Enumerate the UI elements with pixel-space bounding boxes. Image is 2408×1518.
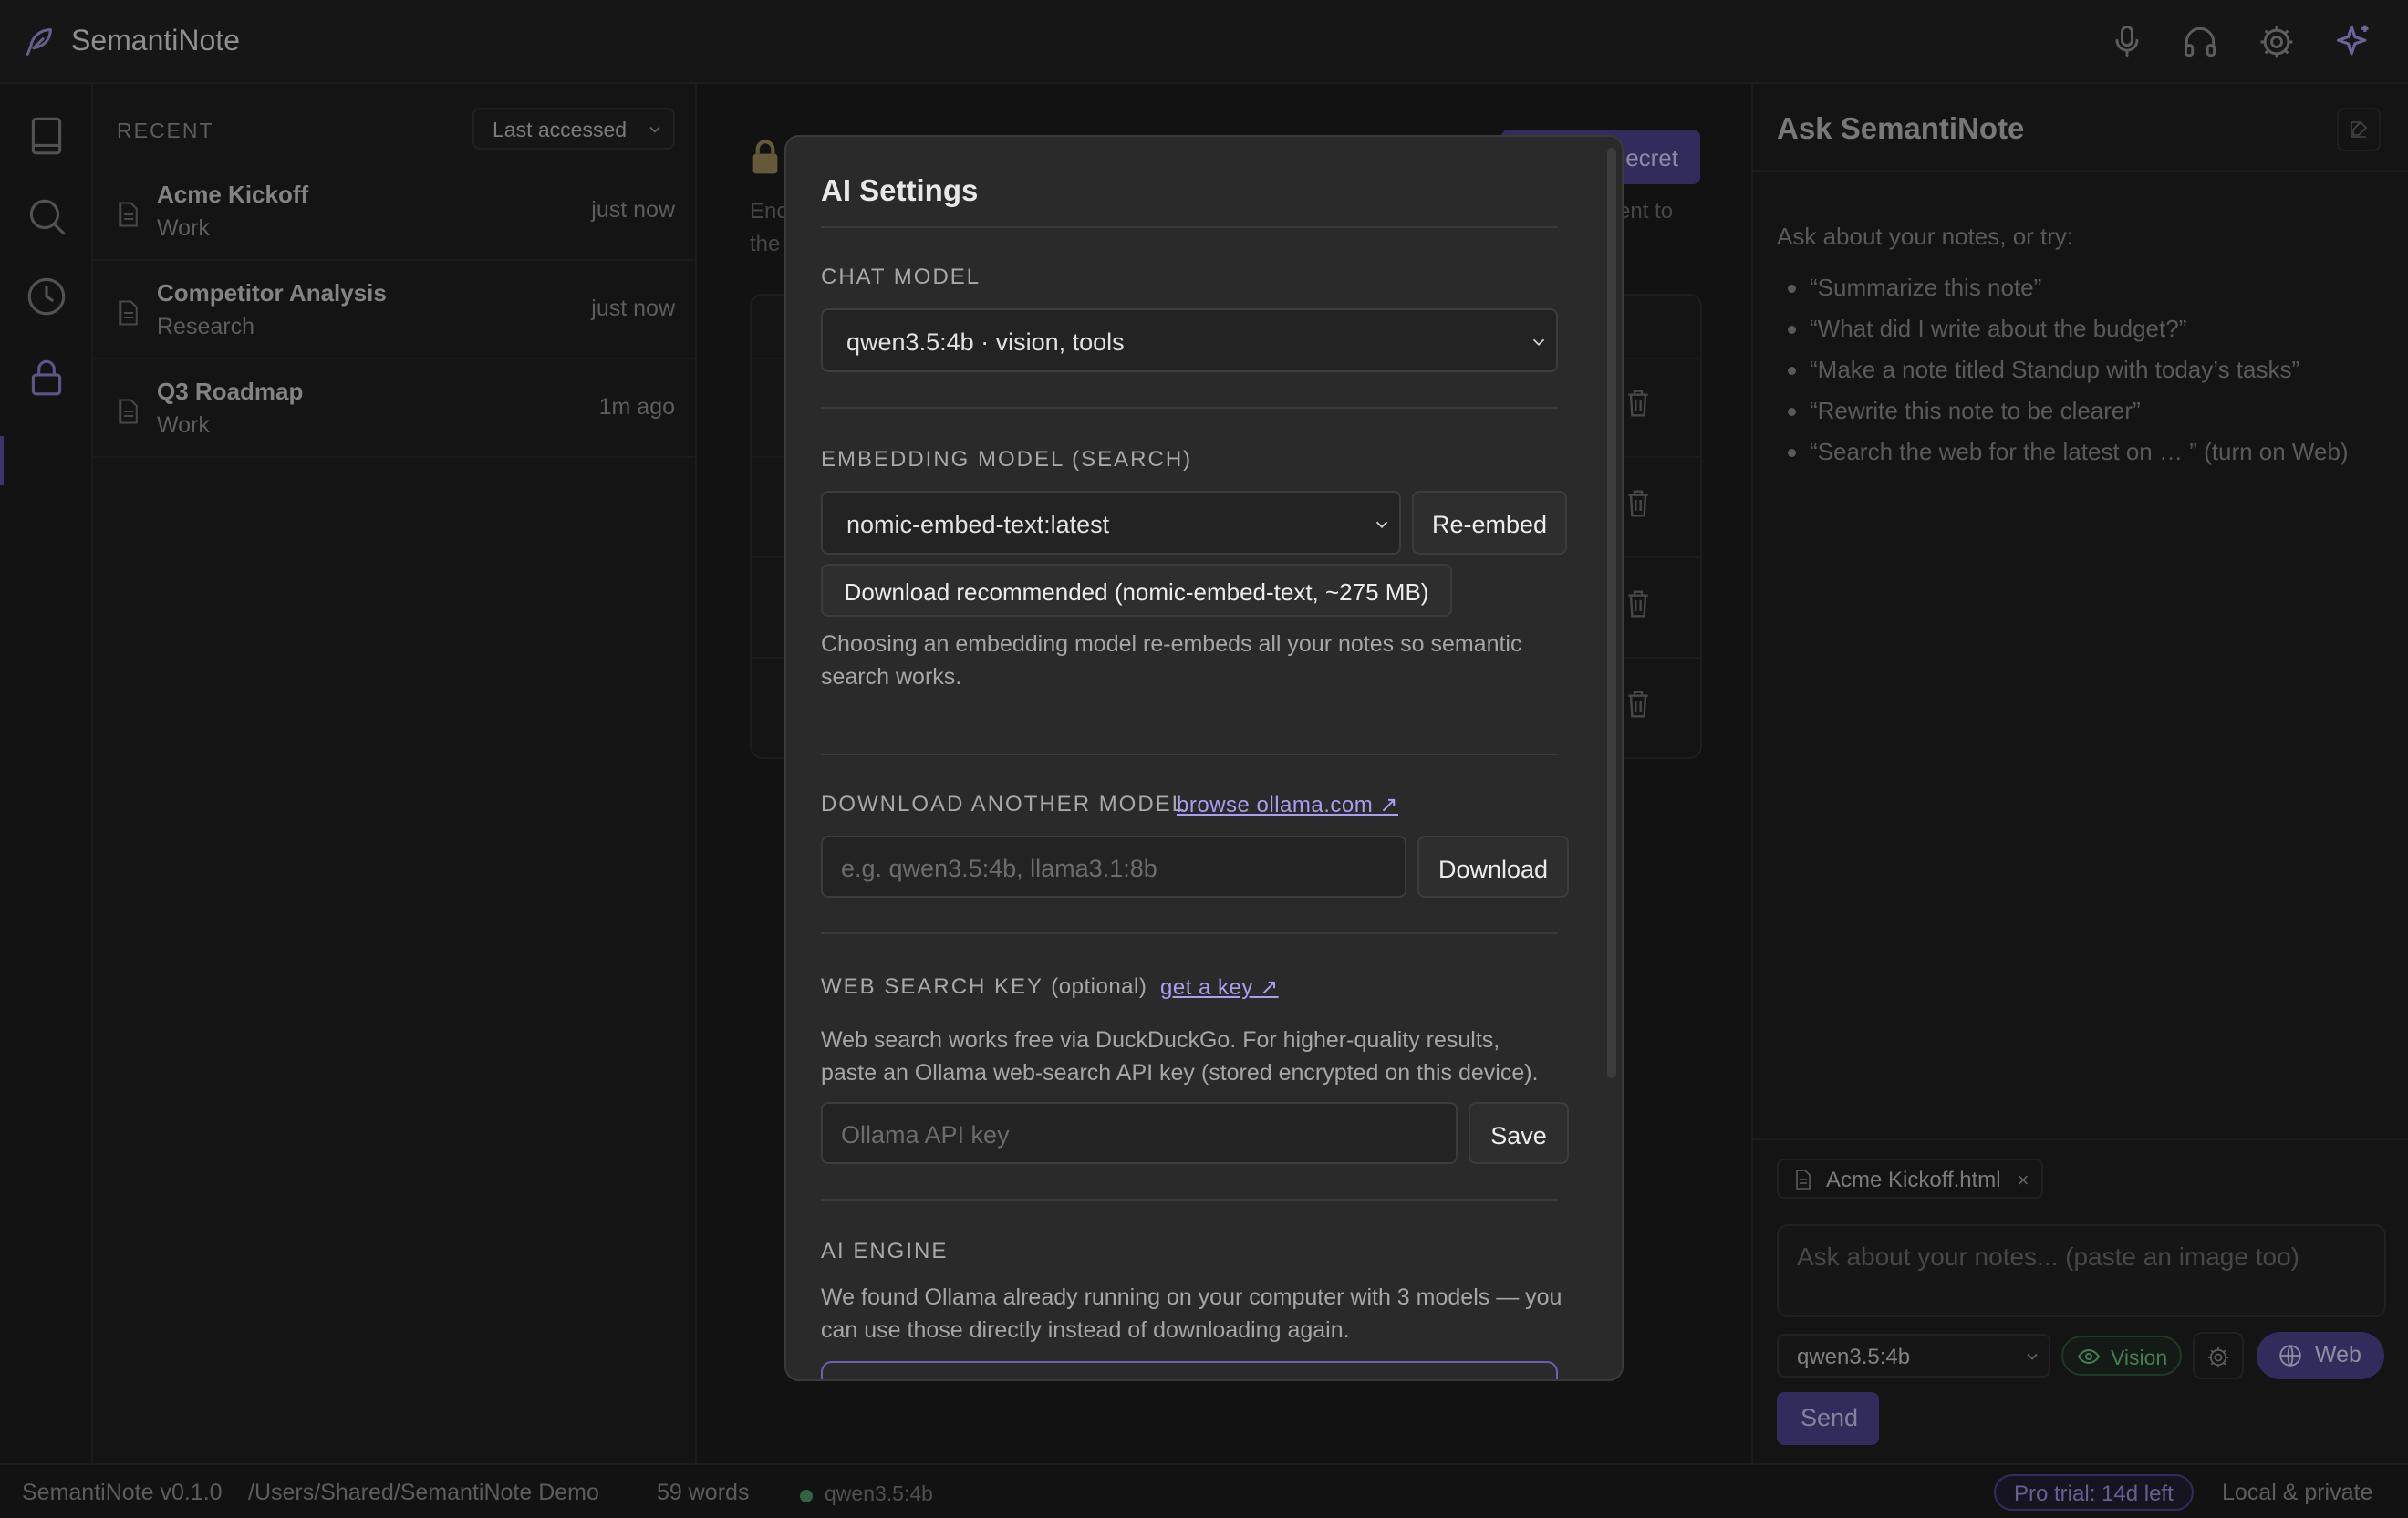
download-model-button[interactable]: Download [1417,836,1569,898]
embedding-help-line: Choosing an embedding model re-embeds al… [821,631,1522,657]
model-name-input[interactable]: e.g. qwen3.5:4b, llama3.1:8b [821,836,1406,898]
divider [821,1199,1558,1201]
ai-engine-help-text: We found Ollama already running on your … [821,1281,1569,1346]
chevron-down-icon [1375,521,1388,529]
browse-ollama-link[interactable]: browse ollama.com ↗ [1177,792,1398,818]
save-key-button[interactable]: Save [1469,1102,1569,1164]
ai-settings-dialog: AI Settings CHAT MODEL qwen3.5:4b · visi… [784,135,1624,1381]
web-search-help-text: Web search works free via DuckDuckGo. Fo… [821,1024,1569,1089]
api-key-input[interactable]: Ollama API key [821,1102,1458,1164]
embedding-help-line: search works. [821,664,962,690]
chat-model-value: qwen3.5:4b · vision, tools [846,328,1125,356]
embedding-model-label-text: EMBEDDING MODEL [821,447,1064,472]
embedding-model-value: nomic-embed-text:latest [846,511,1110,538]
download-model-label: DOWNLOAD ANOTHER MODEL [821,792,1187,816]
re-embed-button[interactable]: Re-embed [1412,491,1567,555]
chat-model-label: CHAT MODEL [821,265,981,289]
ai-engine-help-line: We found Ollama already running on your … [821,1284,1562,1310]
divider [821,226,1558,228]
divider [821,407,1558,409]
download-recommended-button[interactable]: Download recommended (nomic-embed-text, … [821,564,1452,617]
ai-engine-label: AI ENGINE [821,1239,949,1263]
ollama-option-card[interactable] [821,1361,1558,1379]
web-search-help-line: paste an Ollama web-search API key (stor… [821,1060,1539,1086]
dialog-scrollbar[interactable] [1607,148,1616,1078]
chevron-down-icon [1532,338,1545,347]
web-search-key-label: WEB SEARCH KEY (optional) [821,974,1147,1000]
get-key-link[interactable]: get a key ↗ [1160,974,1279,1001]
ai-engine-help-line: can use those directly instead of downlo… [821,1317,1350,1343]
divider [821,932,1558,934]
dialog-title: AI Settings [821,173,979,207]
embedding-model-label-suffix: (SEARCH) [1072,447,1193,472]
web-search-help-line: Web search works free via DuckDuckGo. Fo… [821,1027,1500,1053]
embedding-help-text: Choosing an embedding model re-embeds al… [821,628,1569,693]
web-search-key-label-text: WEB SEARCH KEY [821,974,1043,999]
chat-model-select[interactable]: qwen3.5:4b · vision, tools [821,308,1558,372]
embedding-model-select[interactable]: nomic-embed-text:latest [821,491,1401,555]
web-search-key-label-suffix: (optional) [1051,974,1147,999]
divider [821,754,1558,755]
embedding-model-label: EMBEDDING MODEL (SEARCH) [821,447,1192,473]
